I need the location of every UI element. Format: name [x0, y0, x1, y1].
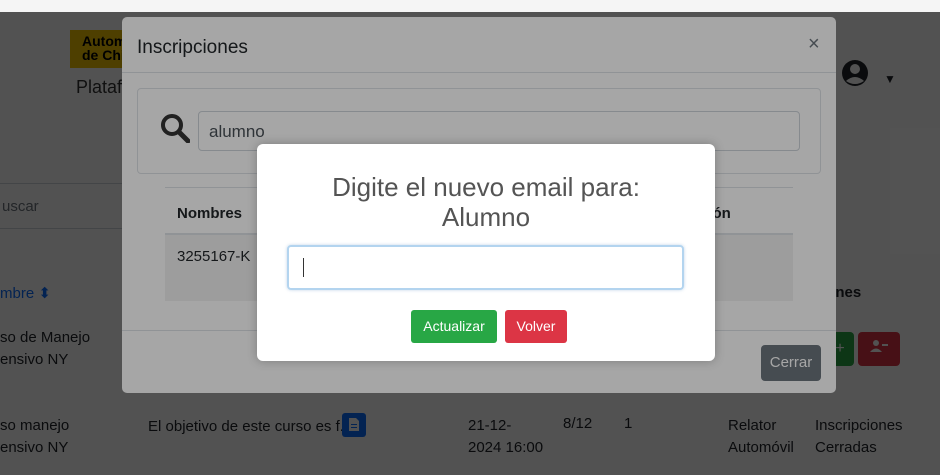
dialog-title-line: Digite el nuevo email para:	[332, 172, 640, 202]
back-button[interactable]: Volver	[505, 310, 567, 343]
dialog-title: Digite el nuevo email para: Alumno	[257, 172, 715, 232]
update-button[interactable]: Actualizar	[411, 310, 497, 343]
email-prompt-dialog: Digite el nuevo email para: Alumno Actua…	[257, 144, 715, 361]
email-input[interactable]	[287, 245, 684, 290]
window-top-strip	[0, 0, 940, 12]
dialog-title-line: Alumno	[441, 202, 531, 232]
text-caret	[303, 258, 304, 277]
